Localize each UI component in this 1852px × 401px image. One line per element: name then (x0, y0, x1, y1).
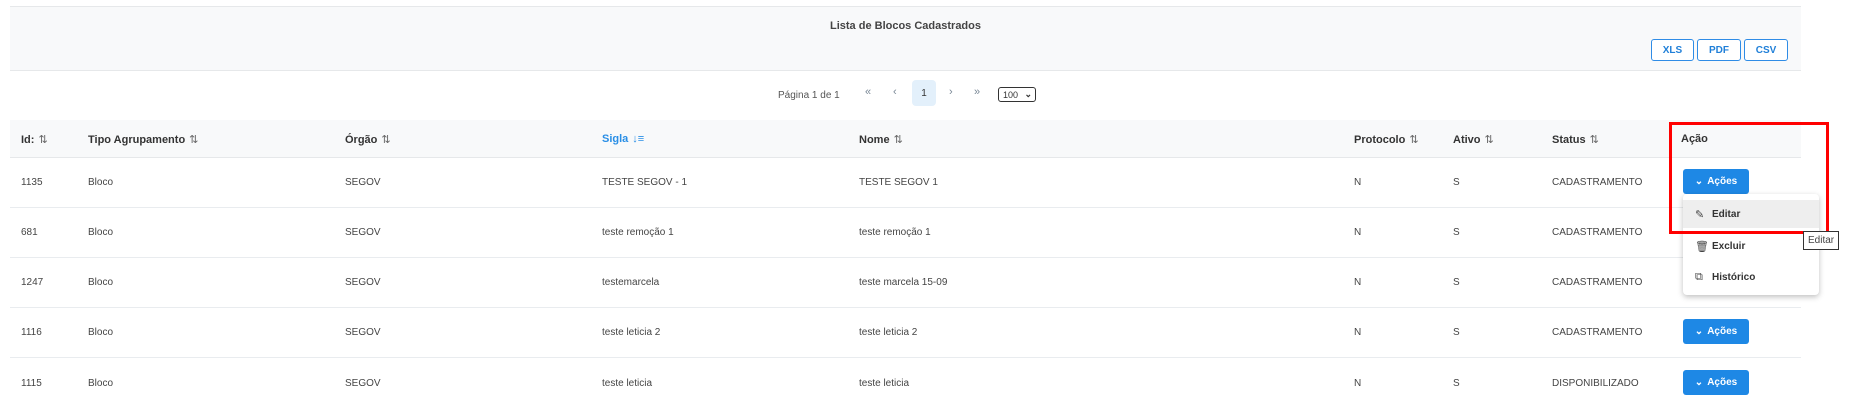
page-info: Página 1 de 1 (778, 90, 840, 101)
column-header-acao: Ação (1681, 133, 1708, 145)
sort-icon: ⇅ (381, 134, 391, 146)
sort-desc-icon: ↓≡ (632, 133, 645, 145)
cell-tipo: Bloco (88, 327, 114, 338)
current-page-button[interactable]: 1 (912, 80, 936, 106)
cell-orgao: SEGOV (345, 327, 381, 338)
cell-sigla: teste leticia (602, 378, 653, 389)
sort-icon: ⇅ (1409, 134, 1419, 146)
tooltip: Editar (1803, 231, 1840, 250)
menu-item-historico[interactable]: ⧉ Histórico (1683, 263, 1819, 291)
cell-id: 1115 (21, 378, 42, 389)
actions-menu: ✎ Editar 🗑 Excluir ⧉ Histórico (1683, 194, 1819, 295)
table-header (10, 120, 1801, 158)
sort-icon: ⇅ (1484, 134, 1494, 146)
cell-status: DISPONIBILIZADO (1552, 378, 1639, 389)
cell-ativo: S (1453, 227, 1460, 238)
cell-status: CADASTRAMENTO (1552, 327, 1643, 338)
sort-icon: ⇅ (38, 134, 48, 146)
cell-orgao: SEGOV (345, 227, 381, 238)
prev-page-icon[interactable]: ‹ (893, 86, 897, 98)
column-header-sigla[interactable]: Sigla ↓≡ (602, 133, 644, 145)
column-header-status[interactable]: Status ⇅ (1552, 133, 1599, 146)
chevron-down-icon: ⌄ (1024, 89, 1032, 99)
column-header-tipo[interactable]: Tipo Agrupamento ⇅ (88, 133, 198, 146)
cell-id: 1135 (21, 177, 43, 188)
cell-tipo: Bloco (88, 177, 114, 188)
sort-icon: ⇅ (893, 134, 903, 146)
cell-orgao: SEGOV (345, 177, 381, 188)
cell-ativo: S (1453, 327, 1460, 338)
trash-icon: 🗑 (1695, 240, 1709, 253)
actions-dropdown-button[interactable]: ⌄ Ações (1683, 319, 1749, 344)
column-header-protocolo[interactable]: Protocolo ⇅ (1354, 133, 1419, 146)
column-header-id[interactable]: Id: ⇅ (21, 133, 48, 146)
cell-status: CADASTRAMENTO (1552, 277, 1643, 288)
per-page-value: 100 (1003, 89, 1019, 100)
column-header-ativo[interactable]: Ativo ⇅ (1453, 133, 1494, 146)
actions-dropdown-button[interactable]: ⌄ Ações (1683, 169, 1749, 194)
chevron-down-icon: ⌄ (1694, 377, 1704, 388)
cell-protocolo: N (1354, 177, 1362, 188)
cell-sigla: testemarcela (602, 277, 660, 288)
cell-protocolo: N (1354, 227, 1362, 238)
menu-item-excluir[interactable]: 🗑 Excluir (1683, 232, 1819, 260)
cell-protocolo: N (1354, 277, 1362, 288)
cell-id: 681 (21, 227, 38, 238)
last-page-icon[interactable]: » (974, 86, 980, 98)
list-header-panel: Lista de Blocos Cadastrados XLS PDF CSV (10, 6, 1801, 71)
sort-icon: ⇅ (189, 134, 199, 146)
cell-sigla: teste leticia 2 (602, 327, 661, 338)
export-csv-button[interactable]: CSV (1744, 39, 1788, 61)
per-page-select[interactable]: 100 ⌄ (998, 87, 1036, 102)
cell-ativo: S (1453, 277, 1460, 288)
cell-status: CADASTRAMENTO (1552, 177, 1643, 188)
cell-id: 1116 (21, 327, 42, 338)
cell-tipo: Bloco (88, 277, 114, 288)
cell-tipo: Bloco (88, 227, 114, 238)
cell-protocolo: N (1354, 327, 1362, 338)
cell-tipo: Bloco (88, 378, 114, 389)
cell-nome: teste leticia 2 (859, 327, 918, 338)
first-page-icon[interactable]: « (865, 86, 871, 98)
next-page-icon[interactable]: › (949, 86, 953, 98)
export-xls-button[interactable]: XLS (1651, 39, 1694, 61)
cell-orgao: SEGOV (345, 277, 381, 288)
chevron-down-icon: ⌄ (1694, 326, 1704, 337)
cell-nome: teste marcela 15-09 (859, 277, 948, 288)
cell-sigla: TESTE SEGOV - 1 (602, 177, 688, 188)
history-icon: ⧉ (1695, 270, 1703, 283)
cell-ativo: S (1453, 378, 1460, 389)
cell-status: CADASTRAMENTO (1552, 227, 1643, 238)
cell-nome: teste leticia (859, 378, 910, 389)
pencil-icon: ✎ (1695, 208, 1705, 221)
cell-sigla: teste remoção 1 (602, 227, 674, 238)
export-pdf-button[interactable]: PDF (1697, 39, 1741, 61)
cell-nome: TESTE SEGOV 1 (859, 177, 938, 188)
column-header-orgao[interactable]: Órgão ⇅ (345, 133, 391, 146)
chevron-down-icon: ⌄ (1694, 176, 1704, 187)
cell-id: 1247 (21, 277, 44, 288)
column-header-nome[interactable]: Nome ⇅ (859, 133, 903, 146)
page-title: Lista de Blocos Cadastrados (830, 20, 981, 32)
sort-icon: ⇅ (1589, 134, 1599, 146)
cell-protocolo: N (1354, 378, 1362, 389)
cell-ativo: S (1453, 177, 1460, 188)
cell-orgao: SEGOV (345, 378, 381, 389)
cell-nome: teste remoção 1 (859, 227, 931, 238)
menu-item-editar[interactable]: ✎ Editar (1683, 200, 1819, 228)
actions-dropdown-button[interactable]: ⌄ Ações (1683, 370, 1749, 395)
